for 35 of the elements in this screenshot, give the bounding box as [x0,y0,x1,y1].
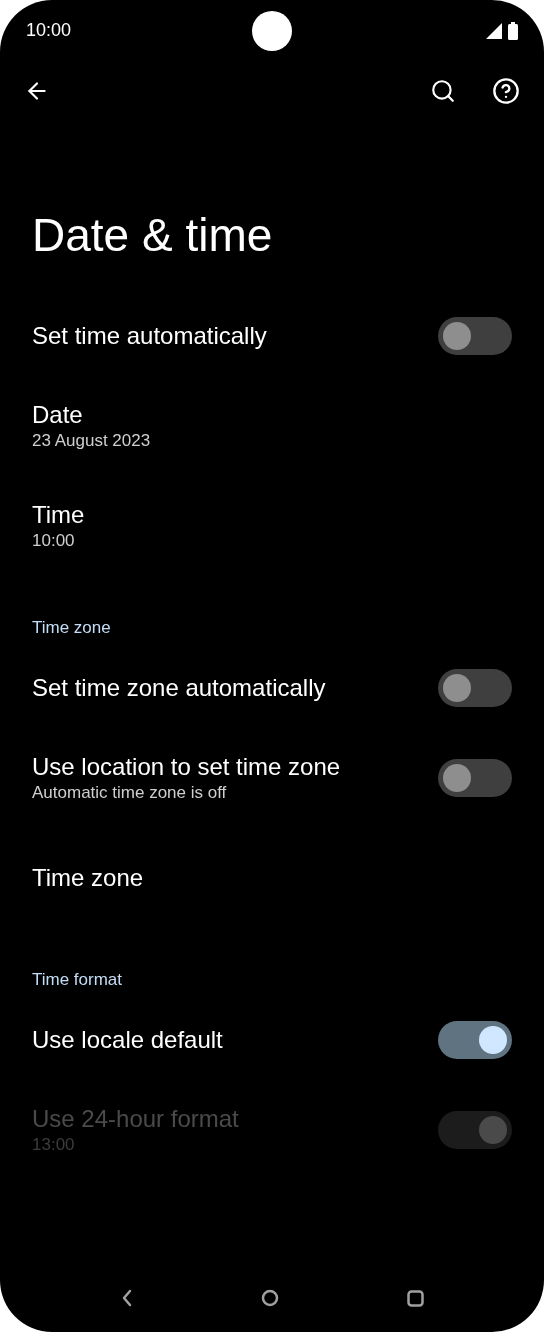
section-header: Time format [32,968,123,991]
setting-summary: 10:00 [32,530,76,552]
settings-row[interactable]: Use location to set time zone Automatic time zone is off [0,728,544,828]
setting-title: Time [32,500,85,530]
back-nav-icon[interactable] [120,1289,133,1307]
camera-cutout [252,10,292,51]
settings-row[interactable]: Use locale default [0,1000,544,1080]
settings-row[interactable]: Set time automatically [0,296,544,376]
setting-summary: 13:00 [32,1134,76,1156]
setting-title: Use 24-hour format [32,1104,239,1134]
help-icon[interactable] [492,77,520,105]
setting-title: Use locale default [32,1025,223,1055]
setting-title: Date [32,400,84,430]
search-icon[interactable] [430,78,456,104]
settings-row[interactable]: Date 23 August 2023 [0,376,544,476]
battery-icon [508,21,518,40]
setting-title: Set time automatically [32,321,267,351]
setting-summary: 23 August 2023 [32,430,151,452]
toggle-switch[interactable] [438,669,512,707]
recents-nav-icon[interactable] [406,1289,424,1307]
settings-row[interactable]: Set time zone automatically [0,648,544,728]
settings-row[interactable]: Time 10:00 [0,476,544,576]
section-header: Time zone [32,616,111,639]
setting-summary: Automatic time zone is off [32,782,228,804]
setting-title: Time zone [32,863,144,893]
setting-title: Use location to set time zone [32,752,341,782]
toggle-switch[interactable] [438,759,512,797]
toggle-switch[interactable] [438,317,512,355]
setting-title: Set time zone automatically [32,673,326,703]
page-title: Date & time [32,212,274,258]
settings-row[interactable]: Time zone [0,828,544,928]
status-time: 10:00 [26,19,73,42]
home-nav-icon[interactable] [260,1289,279,1307]
signal-icon [486,22,502,39]
toggle-switch[interactable] [438,1021,512,1059]
